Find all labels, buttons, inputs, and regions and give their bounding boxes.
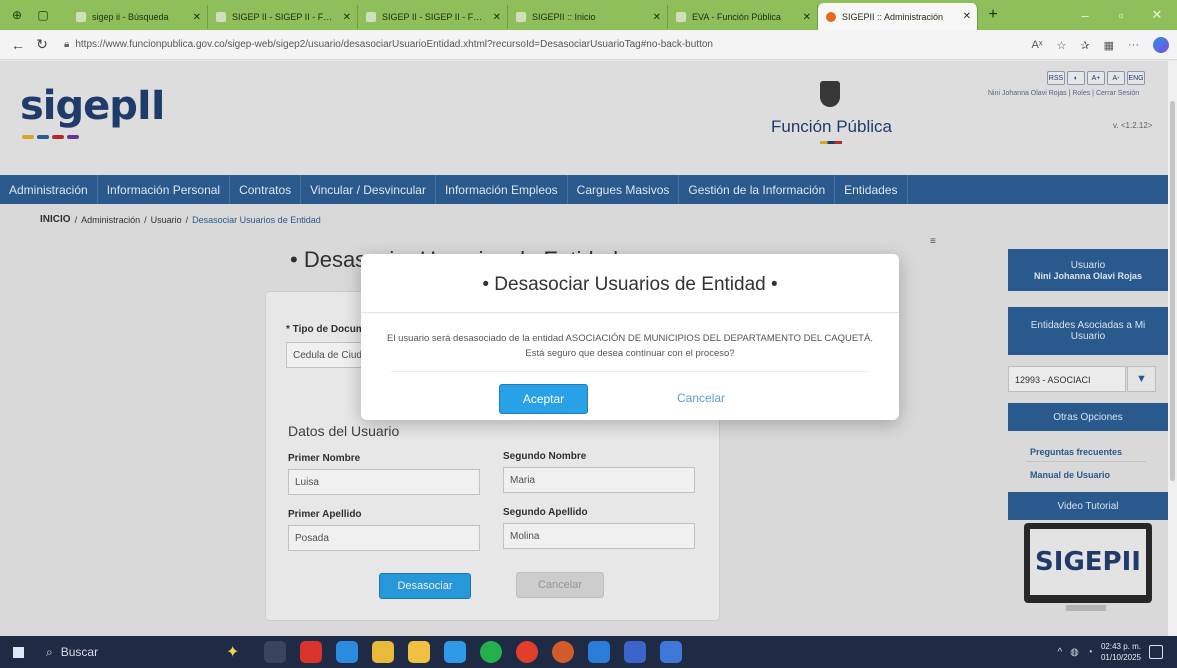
browser-toolbar: A͏ˣ ☆ ✰ ▦ ···	[1032, 30, 1169, 60]
browser-tab-active[interactable]: SIGEPII :: Administración ✕	[818, 3, 978, 30]
chrome-icon[interactable]	[516, 641, 538, 663]
dialog-title: • Desasociar Usuarios de Entidad •	[482, 274, 778, 295]
close-tab-icon[interactable]: ✕	[803, 12, 811, 23]
network-icon[interactable]: ◍	[1070, 647, 1079, 658]
app-icon[interactable]	[444, 641, 466, 663]
dialog-cancel-button[interactable]: Cancelar	[677, 391, 725, 405]
copilot-sparkle-icon[interactable]: ✦	[226, 642, 250, 662]
browser-tab[interactable]: SIGEP II - SIGEP II - Funció ✕	[358, 5, 508, 29]
minimize-icon[interactable]: –	[1067, 0, 1103, 30]
tab-favicon-icon	[216, 12, 226, 22]
mail-app-icon[interactable]	[624, 641, 646, 663]
url-text: https://www.funcionpublica.gov.co/sigep-…	[75, 39, 713, 50]
outlook-app-icon[interactable]	[660, 641, 682, 663]
edge-app-icon[interactable]	[336, 641, 358, 663]
clock[interactable]: 02:43 p. m. 01/10/2025	[1101, 641, 1141, 663]
word-app-icon[interactable]	[588, 641, 610, 663]
copilot-icon[interactable]	[1153, 37, 1169, 53]
back-arrow-icon[interactable]: ←	[6, 37, 30, 53]
tab-label: SIGEP II - SIGEP II - Funció	[382, 12, 487, 22]
file-explorer-icon[interactable]	[372, 641, 394, 663]
system-tray: ^ ◍ ◔ 02:43 p. m. 01/10/2025	[1057, 636, 1163, 668]
clock-date: 01/10/2025	[1100, 653, 1141, 662]
browser-tab[interactable]: SIGEPII :: Inicio ✕	[508, 5, 668, 29]
tab-favicon-icon	[826, 11, 836, 22]
divider	[361, 312, 899, 313]
scrollbar-thumb[interactable]	[1170, 101, 1175, 481]
browser-tab[interactable]: sigep ii - Búsqueda ✕	[68, 5, 208, 29]
tab-actions-icon[interactable]: ▢	[34, 6, 52, 24]
os-taskbar: ⌕ Buscar ✦ ^ ◍ ◔ 02:43 p. m. 01/10/2025	[0, 636, 1177, 668]
pdf-app-icon[interactable]	[300, 641, 322, 663]
close-tab-icon[interactable]: ✕	[653, 12, 661, 23]
close-tab-icon[interactable]: ✕	[963, 11, 971, 22]
notification-icon[interactable]	[1149, 645, 1163, 659]
browser-app-icon[interactable]	[552, 641, 574, 663]
tray-chevron-icon[interactable]: ^	[1057, 647, 1062, 658]
tab-favicon-icon	[76, 12, 86, 22]
browser-tab[interactable]: SIGEP II - SIGEP II - Funció ✕	[208, 5, 358, 29]
web-page: sigepII Función Pública RSS ◐ A+ A- ENG …	[0, 61, 1168, 636]
tab-label: SIGEP II - SIGEP II - Funció	[232, 12, 337, 22]
dialog-message: El usuario será desasociado de la entida…	[387, 333, 873, 359]
close-window-icon[interactable]: ✕	[1139, 0, 1175, 30]
read-aloud-icon[interactable]: A͏ˣ	[1032, 39, 1043, 51]
accept-button[interactable]: Aceptar	[499, 384, 588, 414]
browser-tab-bar: ⊕ ▢ sigep ii - Búsqueda ✕ SIGEP II - SIG…	[0, 0, 1177, 30]
new-tab-icon[interactable]: +	[982, 4, 1004, 26]
confirm-dialog: • Desasociar Usuarios de Entidad • El us…	[361, 254, 899, 420]
whatsapp-icon[interactable]	[480, 641, 502, 663]
more-menu-icon[interactable]: ···	[1128, 39, 1139, 51]
page-scrollbar[interactable]	[1168, 61, 1177, 636]
divider	[391, 371, 869, 372]
close-tab-icon[interactable]: ✕	[193, 12, 201, 23]
task-view-icon[interactable]	[264, 641, 286, 663]
close-tab-icon[interactable]: ✕	[493, 12, 501, 23]
lock-icon: 🔒︎	[64, 39, 70, 50]
close-tab-icon[interactable]: ✕	[343, 12, 351, 23]
favorites-icon[interactable]: ✰	[1080, 39, 1089, 52]
refresh-icon[interactable]: ↻	[30, 36, 54, 53]
address-bar: ← ↻ 🔒︎ https://www.funcionpublica.gov.co…	[0, 30, 1177, 60]
collections-icon[interactable]: ▦	[1104, 39, 1114, 52]
tab-favicon-icon	[516, 12, 526, 22]
tab-label: SIGEPII :: Administración	[842, 11, 944, 22]
tab-favicon-icon	[366, 12, 376, 22]
tab-label: sigep ii - Búsqueda	[92, 12, 169, 22]
search-placeholder: Buscar	[60, 645, 99, 659]
tab-label: SIGEPII :: Inicio	[532, 12, 596, 22]
store-app-icon[interactable]	[408, 641, 430, 663]
browser-tab[interactable]: EVA - Función Pública ✕	[668, 5, 818, 29]
favorite-star-icon[interactable]: ☆	[1057, 39, 1067, 52]
start-icon[interactable]	[0, 636, 36, 668]
tab-favicon-icon	[676, 12, 686, 22]
maximize-icon[interactable]: ▫	[1103, 0, 1139, 30]
volume-icon[interactable]: ◔	[1087, 647, 1093, 658]
taskbar-search[interactable]: ⌕ Buscar	[36, 636, 166, 668]
search-icon: ⌕	[46, 644, 53, 659]
clock-time: 02:43 p. m.	[1100, 642, 1141, 651]
tab-label: EVA - Función Pública	[692, 12, 781, 22]
workspaces-icon[interactable]: ⊕	[8, 6, 26, 24]
url-field[interactable]: 🔒︎ https://www.funcionpublica.gov.co/sig…	[64, 39, 713, 50]
